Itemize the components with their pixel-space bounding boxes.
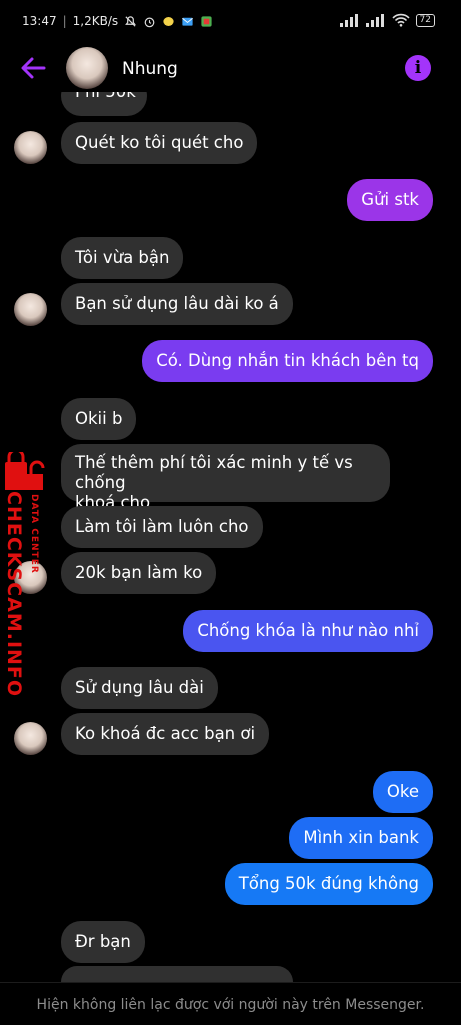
- back-arrow-icon[interactable]: [20, 56, 46, 80]
- message-incoming[interactable]: Thế thêm phí tôi xác minh y tế vs chống …: [61, 444, 390, 512]
- message-outgoing[interactable]: Oke: [372, 771, 433, 813]
- message-outgoing[interactable]: Gửi stk: [347, 179, 433, 221]
- message-outgoing[interactable]: Mình xin bank: [289, 817, 433, 859]
- message-incoming[interactable]: Tôi vừa bận: [61, 237, 184, 279]
- message-incoming[interactable]: Ko khoá đc acc bạn ơi: [61, 713, 270, 755]
- message-line: Thế thêm phí tôi xác minh y tế vs chống: [75, 453, 353, 492]
- info-icon[interactable]: i: [405, 55, 431, 81]
- contact-avatar-small[interactable]: [14, 131, 47, 164]
- mute-icon: [125, 15, 137, 27]
- battery-icon: 72: [415, 13, 435, 27]
- wifi-icon: [391, 13, 410, 27]
- chat-header: Nhung i: [0, 44, 461, 92]
- watermark-top: DATA CENTER: [29, 494, 39, 574]
- message-incoming-partial[interactable]: [61, 966, 293, 982]
- network-speed: 1,2KB/s: [72, 14, 119, 28]
- footer-notice: Hiện không liên lạc được với người này t…: [36, 997, 425, 1013]
- app-grid-icon: [201, 15, 212, 27]
- message-incoming[interactable]: Bạn sử dụng lâu dài ko á: [61, 283, 293, 325]
- watermark-text: CHECKSCAM.INFO DATA CENTER: [3, 491, 39, 698]
- message-incoming[interactable]: Quét ko tôi quét cho: [61, 122, 258, 164]
- mail-icon: [182, 17, 194, 26]
- status-time: 13:47: [22, 14, 57, 28]
- footer-notice-bar: Hiện không liên lạc được với người này t…: [0, 982, 461, 1025]
- message-incoming[interactable]: Sử dụng lâu dài: [61, 667, 218, 709]
- watermark-main: CHECKSCAM.INFO: [3, 491, 25, 698]
- message-incoming[interactable]: Okii b: [61, 398, 137, 440]
- signal-icon-2: [365, 13, 384, 27]
- message-outgoing[interactable]: Có. Dùng nhắn tin khách bên tq: [142, 340, 433, 382]
- signal-icon: [339, 13, 358, 27]
- message-incoming[interactable]: Đr bạn: [61, 921, 145, 963]
- message-outgoing[interactable]: Tổng 50k đúng không: [224, 863, 433, 905]
- contact-avatar-small[interactable]: [14, 293, 47, 326]
- separator: |: [62, 14, 67, 28]
- message-outgoing[interactable]: Chống khóa là như nào nhỉ: [183, 610, 433, 652]
- message-incoming[interactable]: 20k bạn làm ko: [61, 552, 217, 594]
- message-incoming[interactable]: Làm tôi làm luôn cho: [61, 506, 263, 548]
- contact-avatar-small[interactable]: [14, 722, 47, 755]
- alarm-icon: [144, 17, 155, 27]
- contact-avatar[interactable]: [66, 47, 108, 89]
- contact-name[interactable]: Nhung: [122, 59, 178, 79]
- chat-app-icon: [163, 16, 174, 26]
- status-bar: 13:47 | 1,2KB/s 72: [0, 0, 461, 44]
